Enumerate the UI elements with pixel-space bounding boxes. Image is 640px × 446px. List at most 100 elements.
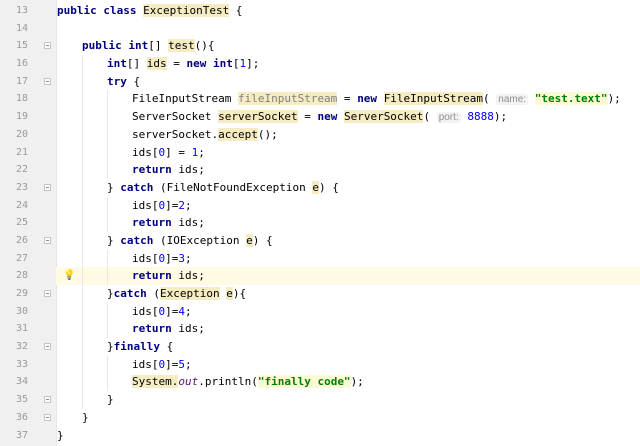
code-line[interactable]: 30 ids[0]=4;	[0, 302, 640, 321]
code-text: return ids;	[132, 267, 205, 285]
indent-guide	[82, 55, 83, 73]
code-token: "test.text"	[534, 92, 608, 106]
indent-guide	[82, 320, 83, 339]
code-token: ;	[185, 198, 192, 212]
code-line[interactable]: 36}	[0, 409, 640, 427]
code-line[interactable]: 16 int[] ids = new int[1];	[0, 55, 640, 73]
code-line[interactable]: 15 public int[] test(){	[0, 37, 640, 55]
code-token: ;	[185, 304, 192, 318]
indent-guide	[82, 302, 83, 321]
code-token: public class	[57, 4, 144, 17]
code-text: System.out.println("finally code");	[132, 373, 364, 391]
code-line[interactable]: 21 ids[0] = 1;	[0, 143, 640, 162]
code-token: ;	[185, 357, 192, 371]
code-token: }	[57, 428, 64, 442]
code-token: =	[337, 92, 358, 106]
code-line[interactable]: 32}finally {	[0, 338, 640, 356]
code-token: ids[	[132, 145, 159, 159]
code-token: {	[126, 74, 141, 88]
code-token: =	[166, 57, 187, 71]
fold-toggle-icon[interactable]	[44, 183, 51, 191]
code-token: []	[148, 39, 169, 53]
parameter-hint: port:	[436, 112, 461, 124]
fold-toggle-icon[interactable]	[44, 413, 51, 421]
code-token: 8888	[467, 110, 494, 124]
fold-toggle-icon[interactable]	[44, 42, 51, 50]
fold-toggle-icon[interactable]	[44, 343, 51, 351]
intention-bulb-icon[interactable]: 💡	[63, 269, 75, 282]
code-line[interactable]: 25 return ids;	[0, 214, 640, 232]
code-token: ids[	[132, 304, 159, 318]
fold-toggle-icon[interactable]	[44, 236, 51, 244]
code-line[interactable]: 29}catch (Exception e){	[0, 285, 640, 303]
code-text: } catch (FileNotFoundException e) {	[107, 179, 339, 197]
code-token: );	[350, 375, 364, 389]
code-line[interactable]: 13 public class ExceptionTest {	[0, 2, 640, 20]
code-line[interactable]: 35}	[0, 391, 640, 409]
code-line[interactable]: 20 serverSocket.accept();	[0, 125, 640, 144]
fold-toggle-icon[interactable]	[44, 290, 51, 297]
code-token: new	[317, 110, 344, 124]
code-line[interactable]: 34 System.out.println("finally code");	[0, 373, 640, 392]
code-token: catch	[120, 233, 154, 247]
code-token: .println(	[198, 375, 258, 389]
code-token: ids[	[132, 251, 159, 265]
code-text: return ids;	[132, 214, 205, 232]
code-line[interactable]: 33 ids[0]=5;	[0, 355, 640, 374]
code-token: return	[132, 216, 172, 230]
code-text: FileInputStream fileInputStream = new Fi…	[132, 90, 621, 109]
indent-guide	[107, 108, 108, 126]
code-token: catch	[120, 180, 154, 194]
indent-guide	[82, 214, 83, 232]
code-line[interactable]: 26} catch (IOException e) {	[0, 231, 640, 250]
code-token: accept	[218, 127, 258, 141]
line-number: 33	[15, 358, 28, 370]
code-line[interactable]: 27 ids[0]=3;	[0, 249, 640, 268]
code-token: (){	[194, 39, 215, 53]
code-line[interactable]: 37}	[0, 427, 640, 445]
indent-guide	[82, 108, 83, 126]
code-token: int	[107, 57, 127, 71]
code-token: );	[493, 110, 508, 124]
code-line[interactable]: 28 💡 return ids;	[0, 267, 640, 285]
line-number: 16	[15, 58, 28, 70]
line-number: 26	[15, 234, 28, 246]
code-line[interactable]: 18 FileInputStream fileInputStream = new …	[0, 90, 640, 109]
indent-guide	[82, 391, 83, 409]
indent-guide	[107, 90, 108, 109]
code-token: try	[107, 74, 127, 88]
line-number: 31	[15, 323, 28, 335]
code-text: }	[57, 427, 64, 445]
fold-toggle-icon[interactable]	[44, 77, 51, 85]
code-line[interactable]: 31 return ids;	[0, 320, 640, 339]
line-number: 17	[15, 75, 28, 87]
code-token: return	[132, 163, 172, 177]
code-line[interactable]: 19 ServerSocket serverSocket = new Server…	[0, 108, 640, 126]
line-number: 35	[15, 394, 28, 406]
code-line[interactable]: 14	[0, 20, 640, 38]
code-text: }finally {	[107, 338, 173, 356]
code-token: (	[146, 287, 160, 300]
indent-guide	[107, 302, 108, 321]
code-token: }	[107, 340, 114, 354]
indent-guide	[82, 125, 83, 144]
code-line[interactable]: 17 try {	[0, 72, 640, 91]
code-line[interactable]: 24 ids[0]=2;	[0, 196, 640, 215]
indent-guide	[82, 161, 83, 179]
indent-guide	[107, 161, 108, 179]
code-token: fileInputStream	[237, 92, 338, 106]
indent-guide	[82, 373, 83, 392]
code-token: ;	[185, 251, 192, 265]
indent-guide	[82, 338, 83, 356]
line-number: 25	[15, 217, 28, 229]
code-line[interactable]: 23} catch (FileNotFoundException e) {	[0, 178, 640, 197]
code-token: }	[107, 287, 114, 300]
indent-guide	[82, 355, 83, 374]
code-token: (	[483, 92, 497, 106]
code-line[interactable]: 22 return ids;	[0, 161, 640, 179]
indent-guide	[82, 285, 83, 303]
code-token: return	[132, 322, 172, 336]
code-text: }catch (Exception e){	[107, 285, 246, 303]
fold-toggle-icon[interactable]	[44, 396, 51, 404]
code-editor[interactable]: 13 public class ExceptionTest {14 15 public…	[0, 2, 640, 444]
